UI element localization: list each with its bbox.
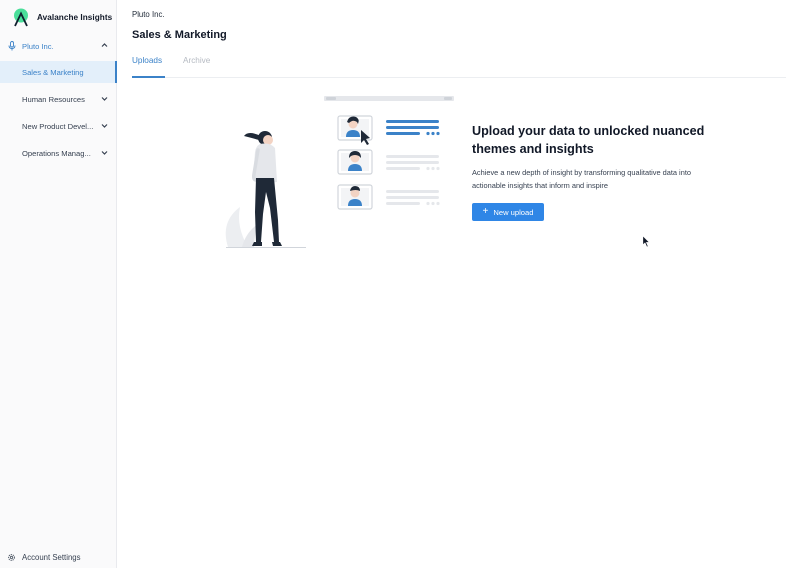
account-settings-label: Account Settings (22, 552, 81, 562)
chevron-down-icon[interactable] (101, 96, 108, 102)
chevron-down-icon[interactable] (101, 150, 108, 156)
mountain-logo-icon (14, 8, 28, 27)
org-label: Pluto Inc. (22, 41, 54, 51)
sidebar: Avalanche Insights Pluto Inc. Sales & Ma… (0, 0, 117, 568)
tab-archive[interactable]: Archive (183, 56, 215, 78)
chevron-down-icon[interactable] (101, 123, 108, 129)
sidebar-item-label: New Product Devel... (22, 121, 94, 131)
page-title: Sales & Marketing (132, 29, 227, 41)
main-content: Pluto Inc. Sales & Marketing Uploads Arc… (118, 0, 800, 568)
plus-icon: + (482, 206, 489, 217)
tab-uploads[interactable]: Uploads (132, 56, 165, 78)
empty-state: Upload your data to unlocked nuanced the… (472, 122, 712, 221)
upload-illustration (225, 96, 454, 248)
new-upload-button[interactable]: + New upload (472, 203, 544, 221)
sidebar-item-operations-management[interactable]: Operations Manag... (0, 142, 117, 164)
sidebar-item-label: Human Resources (22, 94, 85, 104)
tab-bar: Uploads Archive (132, 56, 786, 78)
mouse-cursor-icon (642, 235, 651, 248)
sidebar-item-label: Sales & Marketing (22, 67, 84, 77)
breadcrumb[interactable]: Pluto Inc. (132, 10, 165, 19)
account-settings-link[interactable]: Account Settings (0, 550, 117, 564)
org-selector[interactable]: Pluto Inc. (0, 38, 117, 54)
sidebar-item-new-product-development[interactable]: New Product Devel... (0, 115, 117, 137)
sidebar-item-human-resources[interactable]: Human Resources (0, 88, 117, 110)
chevron-up-icon[interactable] (101, 42, 108, 48)
mic-icon (8, 41, 16, 51)
gear-icon (8, 553, 15, 561)
brand[interactable]: Avalanche Insights (12, 8, 112, 27)
sidebar-item-sales-marketing[interactable]: Sales & Marketing (0, 61, 117, 83)
new-upload-label: New upload (493, 207, 534, 217)
brand-name: Avalanche Insights (37, 13, 113, 22)
empty-state-description: Achieve a new depth of insight by transf… (472, 168, 691, 190)
sidebar-item-label: Operations Manag... (22, 148, 91, 158)
empty-state-title: Upload your data to unlocked nuanced the… (472, 124, 705, 156)
